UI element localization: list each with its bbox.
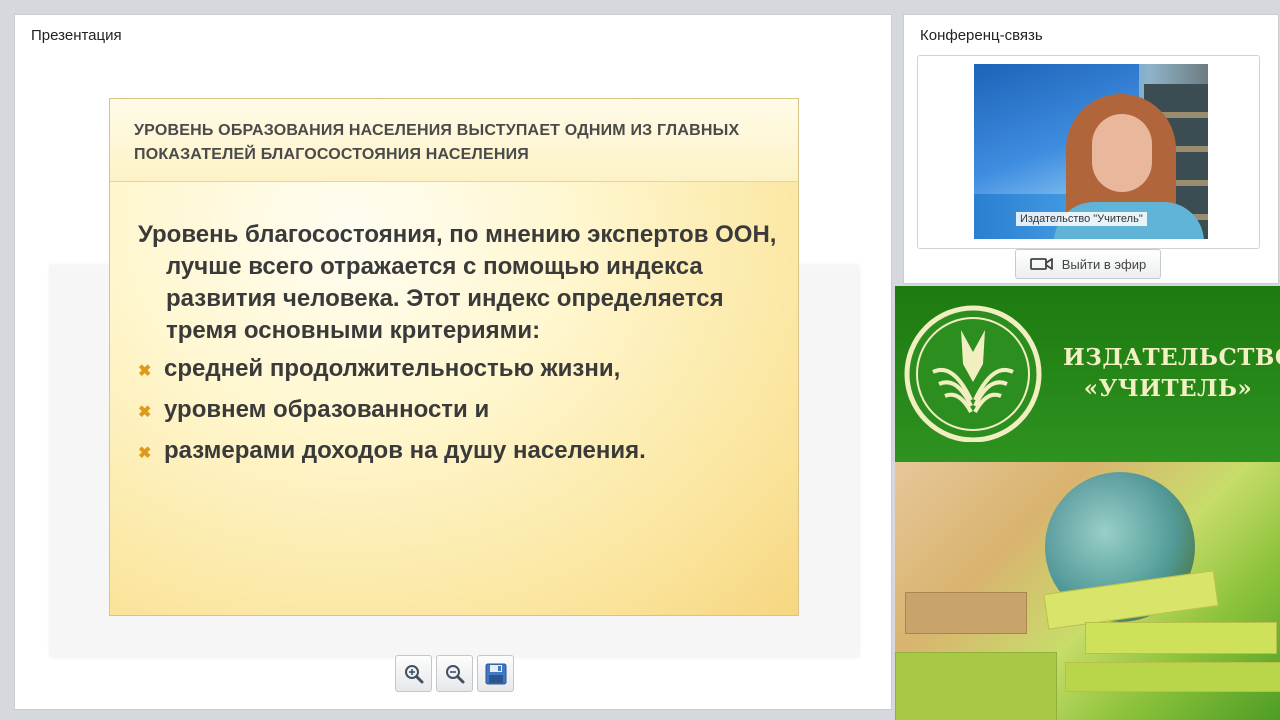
zoom-out-icon (445, 664, 464, 683)
slide-bullet: ✖ уровнем образованности и (138, 394, 788, 429)
webcam-video[interactable]: Издательство "Учитель" (974, 64, 1208, 239)
slide-bullet-text: уровнем образованности и (164, 396, 490, 423)
cross-bullet-icon: ✖ (138, 404, 152, 421)
floppy-disk-icon (485, 663, 506, 684)
publisher-logo-icon (904, 305, 1042, 442)
presentation-slide: Уровень образования населения выступает … (109, 98, 799, 616)
video-caption: Издательство "Учитель" (1016, 212, 1147, 226)
slide-toolbar (395, 655, 514, 692)
publisher-banner-header: ИЗДАТЕЛЬСТВО «УЧИТЕЛЬ» (895, 286, 1280, 462)
go-on-air-button[interactable]: Выйти в эфир (1015, 249, 1161, 279)
cross-bullet-icon: ✖ (138, 363, 152, 380)
book-image (895, 652, 1057, 720)
camera-icon (1029, 258, 1053, 270)
slide-body: Уровень благосостояния, по мнению экспер… (138, 219, 788, 470)
book-image (905, 592, 1027, 634)
slide-lead-text: Уровень благосостояния, по мнению экспер… (138, 221, 777, 344)
slide-bullet-text: размерами доходов на душу населения. (164, 437, 646, 464)
publisher-name: ИЗДАТЕЛЬСТВО «УЧИТЕЛЬ» (1063, 342, 1280, 404)
slide-bullet: ✖ размерами доходов на душу населения. (138, 435, 788, 470)
publisher-name-line2: «УЧИТЕЛЬ» (1083, 375, 1253, 402)
conference-panel-title: Конференц-связь (920, 27, 1043, 44)
presentation-panel-title: Презентация (31, 27, 122, 44)
zoom-in-button[interactable] (395, 655, 432, 692)
slide-title: Уровень образования населения выступает … (134, 122, 740, 163)
presenter-face (1092, 114, 1152, 192)
cross-bullet-icon: ✖ (138, 445, 152, 462)
book-image (1065, 662, 1280, 692)
video-frame: Издательство "Учитель" (917, 55, 1260, 249)
conference-panel: Конференц-связь Издательство "Учитель" В… (903, 14, 1279, 284)
slide-bullet: ✖ средней продолжительностью жизни, (138, 353, 788, 388)
slide-bullet-text: средней продолжительностью жизни, (164, 355, 621, 382)
go-on-air-label: Выйти в эфир (1061, 256, 1147, 272)
zoom-out-button[interactable] (436, 655, 473, 692)
zoom-in-icon (404, 664, 423, 683)
book-image (1085, 622, 1277, 654)
slide-header: Уровень образования населения выступает … (110, 99, 798, 182)
presentation-panel: Презентация Уровень образования населени… (14, 14, 892, 710)
publisher-banner: ИЗДАТЕЛЬСТВО «УЧИТЕЛЬ» (895, 286, 1280, 720)
publisher-name-line1: ИЗДАТЕЛЬСТВО (1063, 344, 1280, 371)
publisher-banner-artwork (895, 462, 1280, 720)
save-button[interactable] (477, 655, 514, 692)
